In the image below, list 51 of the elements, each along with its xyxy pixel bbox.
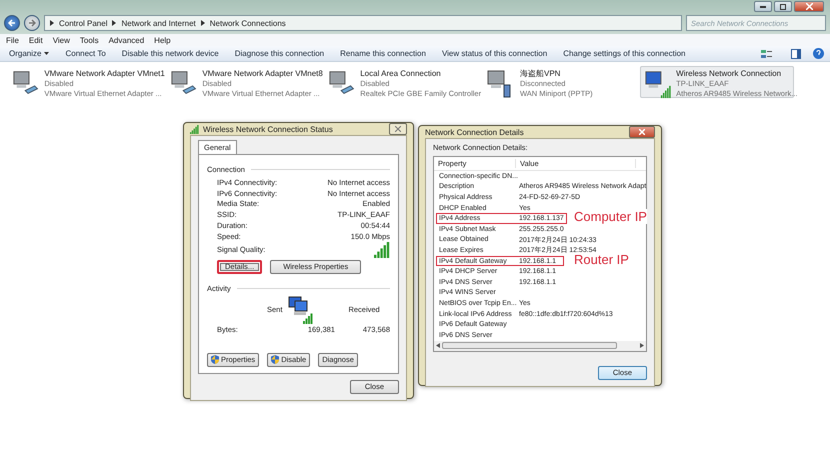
breadcrumb[interactable]: Network and Internet <box>121 18 196 28</box>
menu-item[interactable]: Help <box>154 36 171 44</box>
toolbar-button[interactable]: Organize <box>6 49 58 58</box>
menu-item[interactable]: File <box>6 36 19 44</box>
toolbar-button[interactable]: Change settings of this connection <box>560 49 695 58</box>
annotation: Computer IP <box>574 209 647 224</box>
horizontal-scrollbar[interactable] <box>434 340 646 350</box>
signal-bars-icon <box>190 124 199 134</box>
close-icon <box>395 126 401 132</box>
menu-item[interactable]: Advanced <box>108 36 144 44</box>
preview-pane-icon[interactable] <box>791 48 801 58</box>
caret-icon <box>44 52 50 55</box>
menu-item[interactable]: Tools <box>80 36 99 44</box>
maximize-icon <box>780 4 786 10</box>
forward-arrow-icon <box>28 19 36 27</box>
minimize-icon <box>760 6 766 8</box>
scroll-right-icon[interactable] <box>640 343 644 348</box>
annotation: Router IP <box>574 252 629 267</box>
back-arrow-icon <box>8 19 16 27</box>
close-icon <box>639 129 645 135</box>
close-button[interactable] <box>794 1 824 12</box>
forward-button[interactable] <box>24 15 40 31</box>
toolbar-button[interactable]: View status of this connection <box>438 49 556 58</box>
chevron-icon <box>50 20 54 26</box>
close-button[interactable] <box>389 123 407 135</box>
chevron-icon <box>200 20 205 26</box>
breadcrumb[interactable]: Network Connections <box>210 18 286 28</box>
shield-icon <box>211 355 219 364</box>
toolbar-button[interactable]: Disable this network device <box>118 49 228 58</box>
shield-icon <box>271 355 280 364</box>
address-bar[interactable]: Control Panel Network and Internet Network Connections <box>44 15 682 31</box>
view-options-icon[interactable] <box>761 48 773 58</box>
close-icon <box>806 3 812 10</box>
help-icon[interactable] <box>813 48 824 59</box>
dialog-title: Network Connection Details <box>425 128 525 136</box>
wireless-computer-icon <box>644 69 672 99</box>
breadcrumb[interactable]: Control Panel <box>59 18 108 28</box>
toolbar-button[interactable]: Diagnose this connection <box>232 49 334 58</box>
maximize-button[interactable] <box>774 1 792 12</box>
close-button[interactable] <box>629 126 655 138</box>
chevron-icon <box>112 20 116 26</box>
network-computer-icon <box>286 296 314 324</box>
signal-bars-icon <box>374 242 390 258</box>
menu-item[interactable]: Edit <box>28 36 43 44</box>
scroll-left-icon[interactable] <box>436 343 440 348</box>
minimize-button[interactable] <box>754 1 772 12</box>
toolbar-button[interactable]: Rename this connection <box>337 49 435 58</box>
toolbar-button[interactable]: Connect To <box>62 49 115 58</box>
back-button[interactable] <box>4 15 20 31</box>
menu-item[interactable]: View <box>52 36 70 44</box>
dialog-title: Wireless Network Connection Status <box>203 124 334 134</box>
